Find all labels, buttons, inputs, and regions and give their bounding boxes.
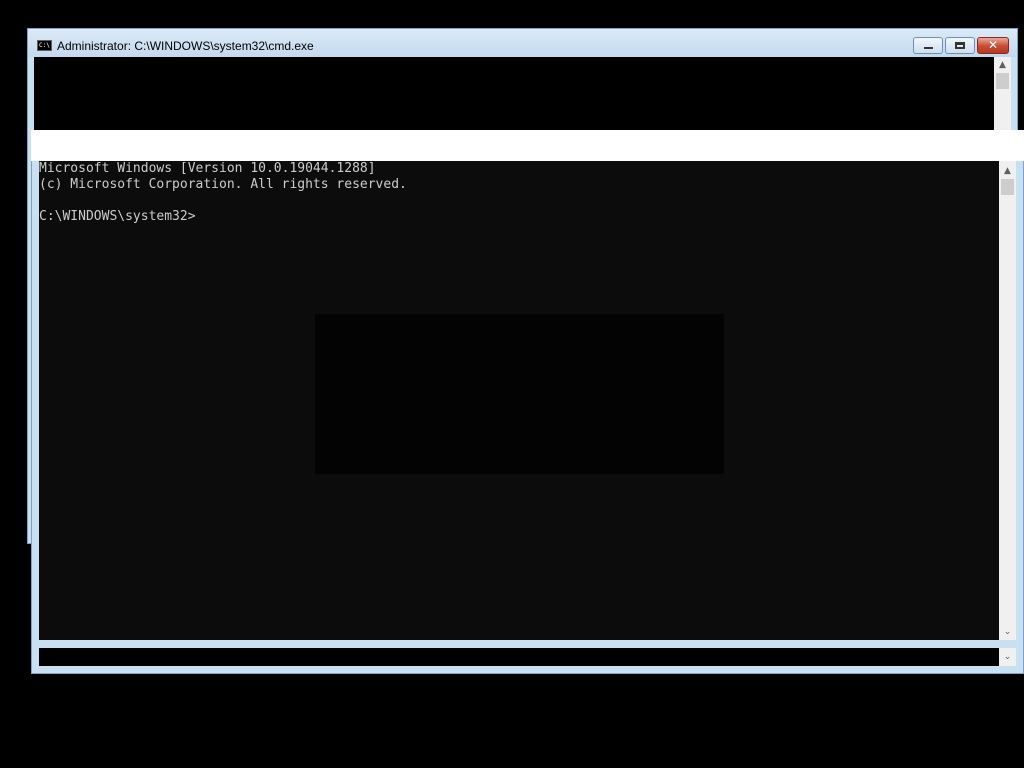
minimize-button[interactable]	[913, 37, 943, 54]
scroll-thumb[interactable]	[1001, 179, 1014, 195]
title-bar[interactable]: C:\ Administrator: C:\WINDOWS\system32\c…	[28, 29, 1017, 57]
bottom-console-strip	[39, 648, 999, 666]
dark-overlay	[315, 314, 724, 474]
console-output[interactable]: Microsoft Windows [Version 10.0.19044.12…	[39, 161, 999, 640]
scroll-down-icon[interactable]: ⌄	[999, 649, 1016, 665]
maximize-icon	[955, 42, 965, 49]
white-band	[31, 130, 1024, 161]
command-prompt[interactable]: C:\WINDOWS\system32>	[39, 209, 196, 225]
console-line: Microsoft Windows [Version 10.0.19044.12…	[39, 161, 376, 176]
scroll-up-icon: ▲	[999, 60, 1006, 70]
close-icon: ✕	[987, 38, 999, 52]
maximize-button[interactable]	[945, 37, 975, 54]
bottom-scrollbar[interactable]: ⌄	[999, 648, 1016, 666]
ghost-scrollbar: ▲	[994, 57, 1011, 137]
vertical-scrollbar[interactable]: ▲ ⌄	[999, 161, 1016, 640]
window-title: Administrator: C:\WINDOWS\system32\cmd.e…	[57, 39, 314, 53]
caption-buttons: ✕	[913, 37, 1009, 54]
close-button[interactable]: ✕	[977, 37, 1009, 54]
scroll-up-icon[interactable]: ▲	[999, 163, 1016, 179]
scroll-down-icon[interactable]: ⌄	[999, 624, 1016, 640]
scroll-thumb	[996, 73, 1009, 89]
console-line: (c) Microsoft Corporation. All rights re…	[39, 177, 407, 192]
minimize-icon	[924, 47, 933, 49]
cmd-icon: C:\	[37, 40, 52, 51]
